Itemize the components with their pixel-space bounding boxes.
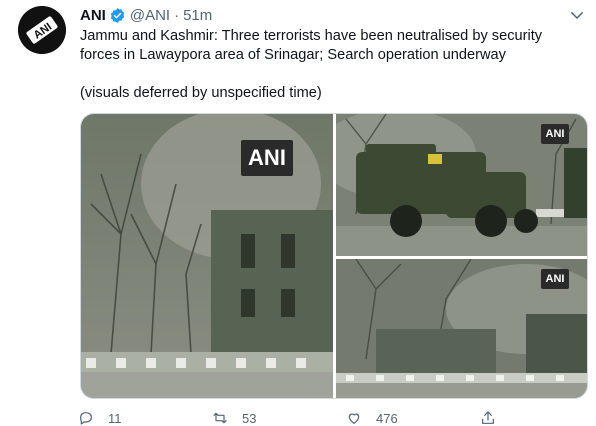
- like-count: 476: [376, 410, 398, 426]
- like-icon: [348, 413, 360, 424]
- tweet-text: Jammu and Kashmir: Three terrorists have…: [80, 27, 580, 103]
- tweet-card[interactable]: ANI ANI @ANI · 51m Jammu and Kashmir: Th…: [0, 0, 596, 426]
- like-button[interactable]: 476: [346, 410, 398, 426]
- author-handle[interactable]: @ANI: [130, 7, 170, 24]
- share-icon: [482, 411, 494, 424]
- media-grid: ANI ANI ANI: [80, 113, 588, 399]
- ani-watermark-2: ANI: [541, 124, 569, 144]
- timestamp[interactable]: 51m: [183, 7, 212, 24]
- author-name[interactable]: ANI: [80, 7, 106, 24]
- reply-icon: [80, 412, 92, 425]
- avatar[interactable]: ANI: [18, 6, 66, 54]
- share-button[interactable]: [480, 410, 496, 426]
- photo-3[interactable]: ANI: [336, 259, 587, 398]
- tweet-text-note: (visuals deferred by unspecified time): [80, 85, 322, 101]
- separator-dot: ·: [174, 6, 180, 24]
- photo-1[interactable]: ANI: [81, 114, 333, 398]
- ani-watermark: ANI: [241, 140, 293, 176]
- reply-count: 11: [108, 410, 122, 426]
- verified-badge-icon: [109, 7, 126, 24]
- reply-button[interactable]: 11: [78, 410, 122, 426]
- tweet-header: ANI @ANI · 51m: [80, 5, 212, 25]
- chevron-down-icon[interactable]: [568, 6, 586, 24]
- photo-2[interactable]: ANI: [336, 114, 587, 256]
- ani-watermark-3: ANI: [541, 269, 569, 289]
- ani-logo-icon: ANI: [18, 6, 66, 54]
- tweet-actions: 11 53 476: [78, 410, 596, 426]
- retweet-count: 53: [242, 410, 257, 426]
- retweet-button[interactable]: 53: [212, 410, 256, 426]
- tweet-text-main: Jammu and Kashmir: Three terrorists have…: [80, 28, 543, 63]
- retweet-icon: [213, 412, 227, 424]
